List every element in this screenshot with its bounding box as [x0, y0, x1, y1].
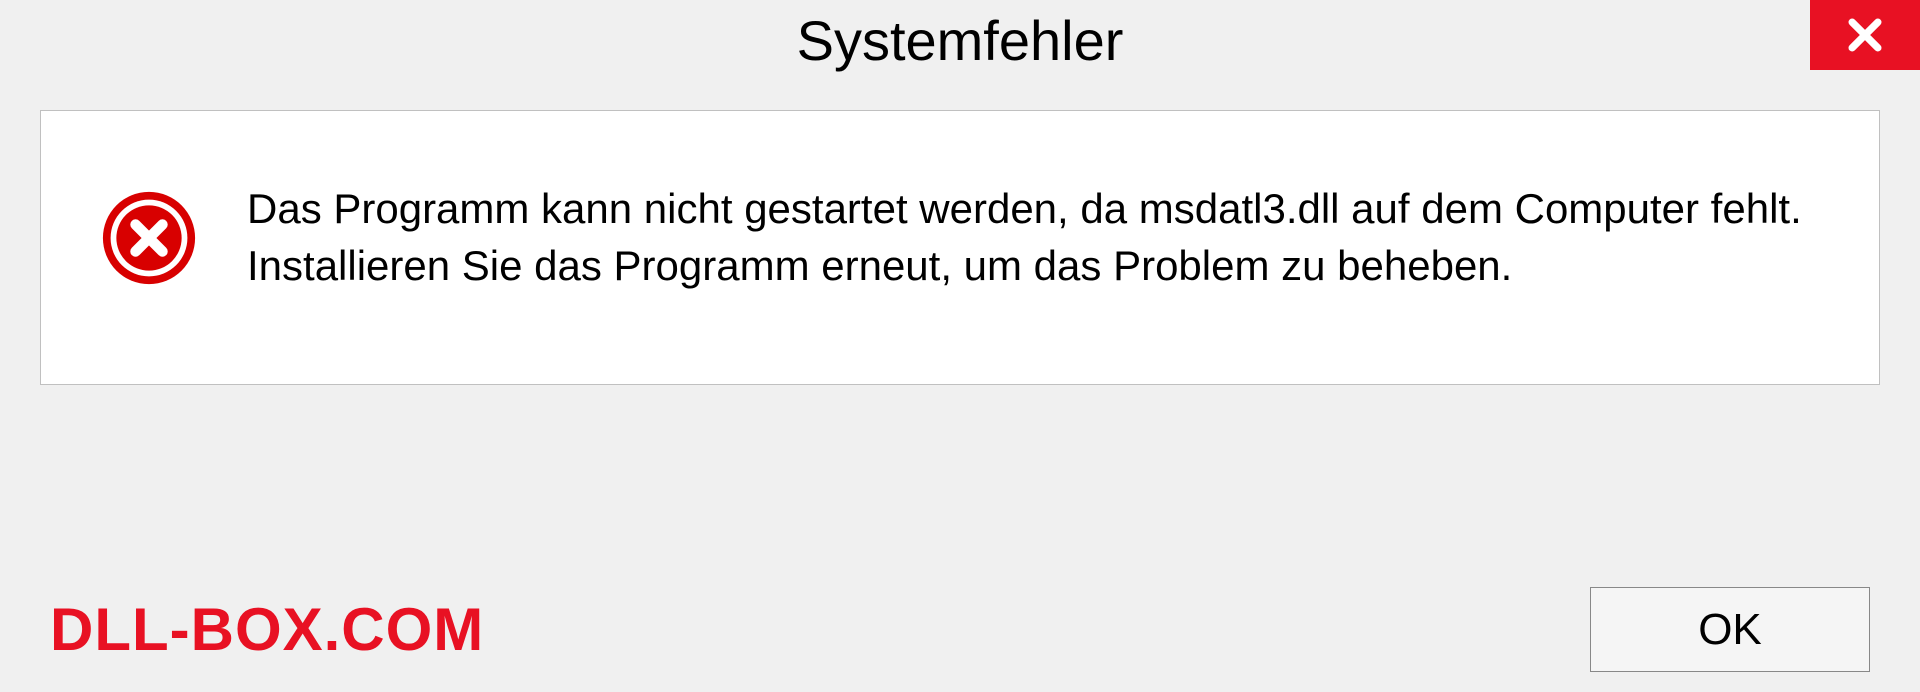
watermark-text: DLL-BOX.COM — [50, 595, 484, 664]
error-dialog: Systemfehler Das Programm kann nicht ges… — [0, 0, 1920, 692]
error-message: Das Programm kann nicht gestartet werden… — [247, 181, 1819, 294]
message-panel: Das Programm kann nicht gestartet werden… — [40, 110, 1880, 385]
dialog-title: Systemfehler — [797, 8, 1124, 73]
error-icon — [101, 190, 197, 286]
close-button[interactable] — [1810, 0, 1920, 70]
ok-button[interactable]: OK — [1590, 587, 1870, 672]
close-icon — [1843, 13, 1887, 57]
title-bar: Systemfehler — [0, 0, 1920, 80]
footer-bar: DLL-BOX.COM OK — [0, 587, 1920, 672]
